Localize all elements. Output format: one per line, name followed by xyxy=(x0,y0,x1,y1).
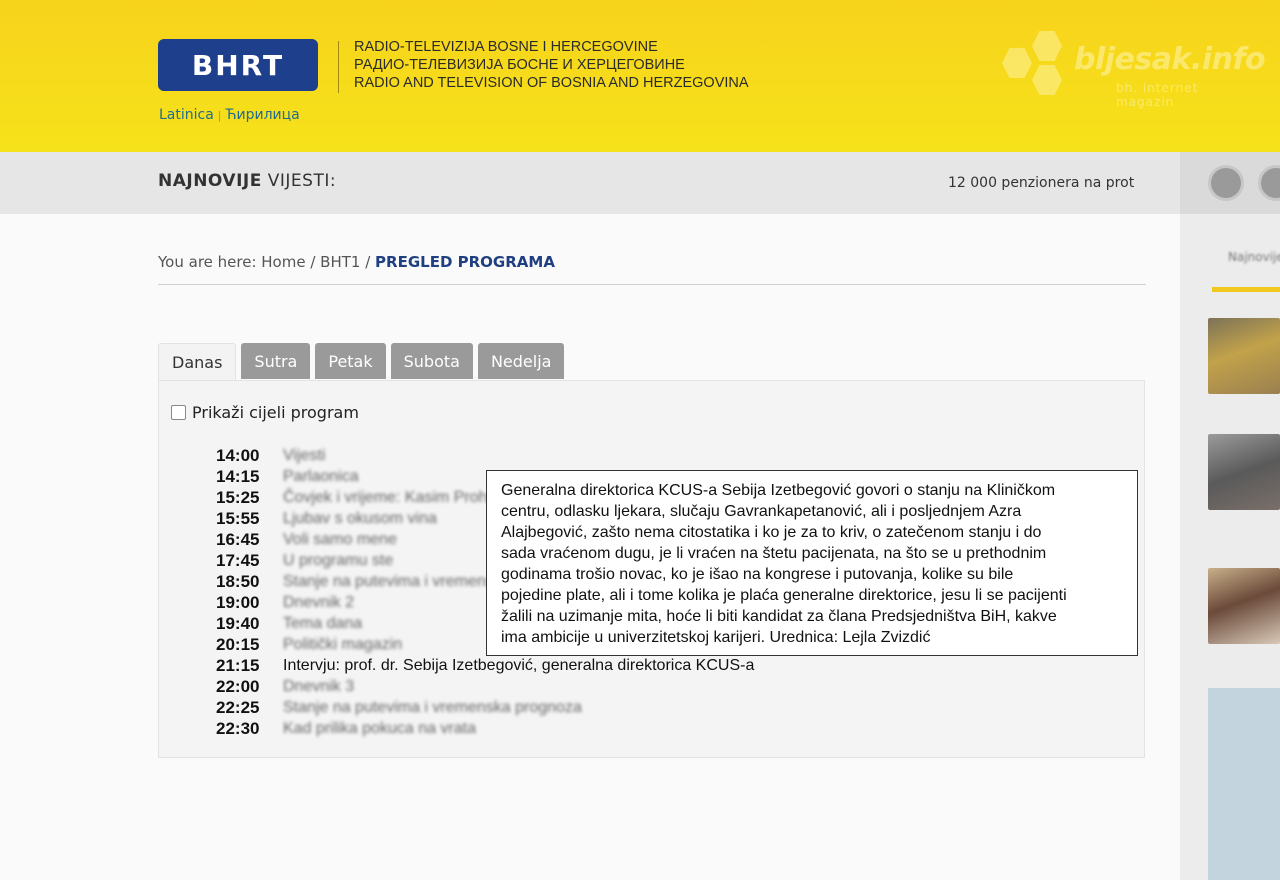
right-sidebar: Najnovije xyxy=(1180,152,1280,880)
schedule-time: 22:30 xyxy=(216,718,260,738)
watermark-subtitle: bh. internet magazin xyxy=(1116,81,1199,109)
tab-nedelja[interactable]: Nedelja xyxy=(477,343,565,379)
language-switcher: Latinica | Ћирилица xyxy=(159,107,300,123)
tab-petak[interactable]: Petak xyxy=(315,343,386,379)
bhrt-logo[interactable]: BHRT xyxy=(158,39,318,91)
schedule-row[interactable]: 22:25 Stanje na putevima i vremenska prog… xyxy=(216,697,754,718)
schedule-time: 22:25 xyxy=(216,697,260,717)
sidebar-news-thumbnail[interactable] xyxy=(1208,434,1280,510)
schedule-time: 15:55 xyxy=(216,508,260,528)
org-name-latin: RADIO-TELEVIZIJA BOSNE I HERCEGOVINE xyxy=(354,39,658,55)
site-header: BHRT RADIO-TELEVIZIJA BOSNE I HERCEGOVIN… xyxy=(0,0,1280,152)
tooltip-line: sada vraćenom dugu, je li vraćen na štet… xyxy=(501,545,1047,562)
schedule-title: Stanje na putevima i vremenska prognoza xyxy=(283,698,582,716)
lang-cyrillic-link[interactable]: Ћирилица xyxy=(226,107,300,123)
tooltip-line: ima ambicije u univerzitetskoj karijeri.… xyxy=(501,629,931,646)
tab-danas[interactable]: Danas xyxy=(158,343,237,380)
bljesak-watermark: bljesak.info bh. internet magazin xyxy=(1000,28,1266,109)
schedule-title: Politički magazin xyxy=(283,635,403,653)
schedule-row[interactable]: 22:00 Dnevnik 3 xyxy=(216,676,754,697)
schedule-title: Dnevnik 3 xyxy=(283,677,355,695)
tooltip-line: godinama trošio novac, ko je išao na kon… xyxy=(501,566,1014,583)
breadcrumb: You are here: Home / BHT1 / PREGLED PROG… xyxy=(158,253,555,271)
logo-text: BHRT xyxy=(191,48,285,82)
breadcrumb-home-link[interactable]: Home xyxy=(261,253,305,271)
breadcrumb-section-link[interactable]: BHT1 xyxy=(320,253,360,271)
schedule-time: 18:50 xyxy=(216,571,260,591)
program-description-tooltip: Generalna direktorica KCUS-a Sebija Izet… xyxy=(486,470,1138,656)
schedule-time: 22:00 xyxy=(216,676,260,696)
schedule-time: 19:00 xyxy=(216,592,260,612)
organization-name: RADIO-TELEVIZIJA BOSNE I HERCEGOVINE РАД… xyxy=(354,38,749,92)
show-all-toggle[interactable]: Prikaži cijeli program xyxy=(171,403,359,422)
watermark-title: bljesak.info xyxy=(1074,42,1266,77)
show-all-checkbox[interactable] xyxy=(171,405,186,420)
sidebar-news-thumbnail[interactable] xyxy=(1208,568,1280,644)
schedule-title: Voli samo mene xyxy=(283,530,397,548)
tab-subota[interactable]: Subota xyxy=(390,343,473,379)
schedule-time: 15:25 xyxy=(216,487,260,507)
schedule-title: Ljubav s okusom vina xyxy=(283,509,437,527)
latest-news-label-bold: NAJNOVIJE xyxy=(158,171,262,191)
schedule-title: Intervju: prof. dr. Sebija Izetbegović, … xyxy=(283,656,755,674)
schedule-title: Vijesti xyxy=(283,446,326,464)
tooltip-line: Generalna direktorica KCUS-a Sebija Izet… xyxy=(501,482,1056,499)
org-name-cyrillic: РАДИО-ТЕЛЕВИЗИЈА БОСНЕ И ХЕРЦЕГОВИНЕ xyxy=(354,57,685,73)
lang-latin-link[interactable]: Latinica xyxy=(159,107,214,123)
schedule-title: Parlaonica xyxy=(283,467,359,485)
tooltip-line: pojedine plate, ali i tome kolika je pla… xyxy=(501,587,1067,604)
schedule-row[interactable]: 22:30 Kad prilika pokuca na vrata xyxy=(216,718,754,739)
tooltip-line: žalili na uzimanje mita, hoće li biti ka… xyxy=(501,608,1057,625)
schedule-time: 20:15 xyxy=(216,634,260,654)
breadcrumb-divider xyxy=(158,284,1146,285)
latest-news-bar: NAJNOVIJE VIJESTI: 12 000 penzionera na … xyxy=(0,152,1180,214)
sidebar-news-thumbnail[interactable] xyxy=(1208,318,1280,394)
facebook-icon[interactable] xyxy=(1208,165,1244,201)
org-name-english: RADIO AND TELEVISION OF BOSNIA AND HERZE… xyxy=(354,75,749,91)
lang-separator: | xyxy=(217,109,222,122)
schedule-time: 14:15 xyxy=(216,466,260,486)
schedule-time: 16:45 xyxy=(216,529,260,549)
show-all-label: Prikaži cijeli program xyxy=(192,403,359,422)
twitter-icon[interactable] xyxy=(1258,165,1280,201)
schedule-time: 17:45 xyxy=(216,550,260,570)
schedule-row-highlighted[interactable]: 21:15 Intervju: prof. dr. Sebija Izetbego… xyxy=(216,655,754,676)
tooltip-line: centru, odlasku ljekara, slučaju Gavrank… xyxy=(501,503,1022,520)
breadcrumb-prefix: You are here: xyxy=(158,253,262,271)
sidebar-tab-label[interactable]: Najnovije xyxy=(1228,250,1280,264)
schedule-time: 21:15 xyxy=(216,655,260,675)
sidebar-banner[interactable] xyxy=(1208,688,1280,880)
latest-news-label: NAJNOVIJE VIJESTI: xyxy=(158,171,336,191)
sidebar-tab-underline xyxy=(1212,287,1280,292)
schedule-title: Dnevnik 2 xyxy=(283,593,355,611)
breadcrumb-separator: / xyxy=(360,253,376,271)
social-bar xyxy=(1180,152,1280,214)
logo-divider xyxy=(338,41,339,93)
news-ticker[interactable]: 12 000 penzionera na prot xyxy=(948,175,1144,191)
breadcrumb-separator: / xyxy=(305,253,321,271)
day-tabs: Danas Sutra Petak Subota Nedelja xyxy=(158,343,569,380)
schedule-row[interactable]: 14:00 Vijesti xyxy=(216,445,754,466)
schedule-title: Kad prilika pokuca na vrata xyxy=(283,719,476,737)
watermark-hex-icon xyxy=(1032,65,1062,95)
schedule-title: Čovjek i vrijeme: Kasim Prohić xyxy=(283,488,500,506)
schedule-time: 19:40 xyxy=(216,613,260,633)
schedule-title: Tema dana xyxy=(283,614,363,632)
tab-sutra[interactable]: Sutra xyxy=(241,343,311,379)
schedule-title: U programu ste xyxy=(283,551,394,569)
watermark-hex-icon xyxy=(1002,48,1032,78)
schedule-time: 14:00 xyxy=(216,445,260,465)
tooltip-line: Alajbegović, zašto nema citostatika i ko… xyxy=(501,524,1042,541)
latest-news-label-rest: VIJESTI: xyxy=(261,171,337,191)
watermark-hex-icon xyxy=(1032,31,1062,61)
breadcrumb-current: PREGLED PROGRAMA xyxy=(375,253,555,271)
